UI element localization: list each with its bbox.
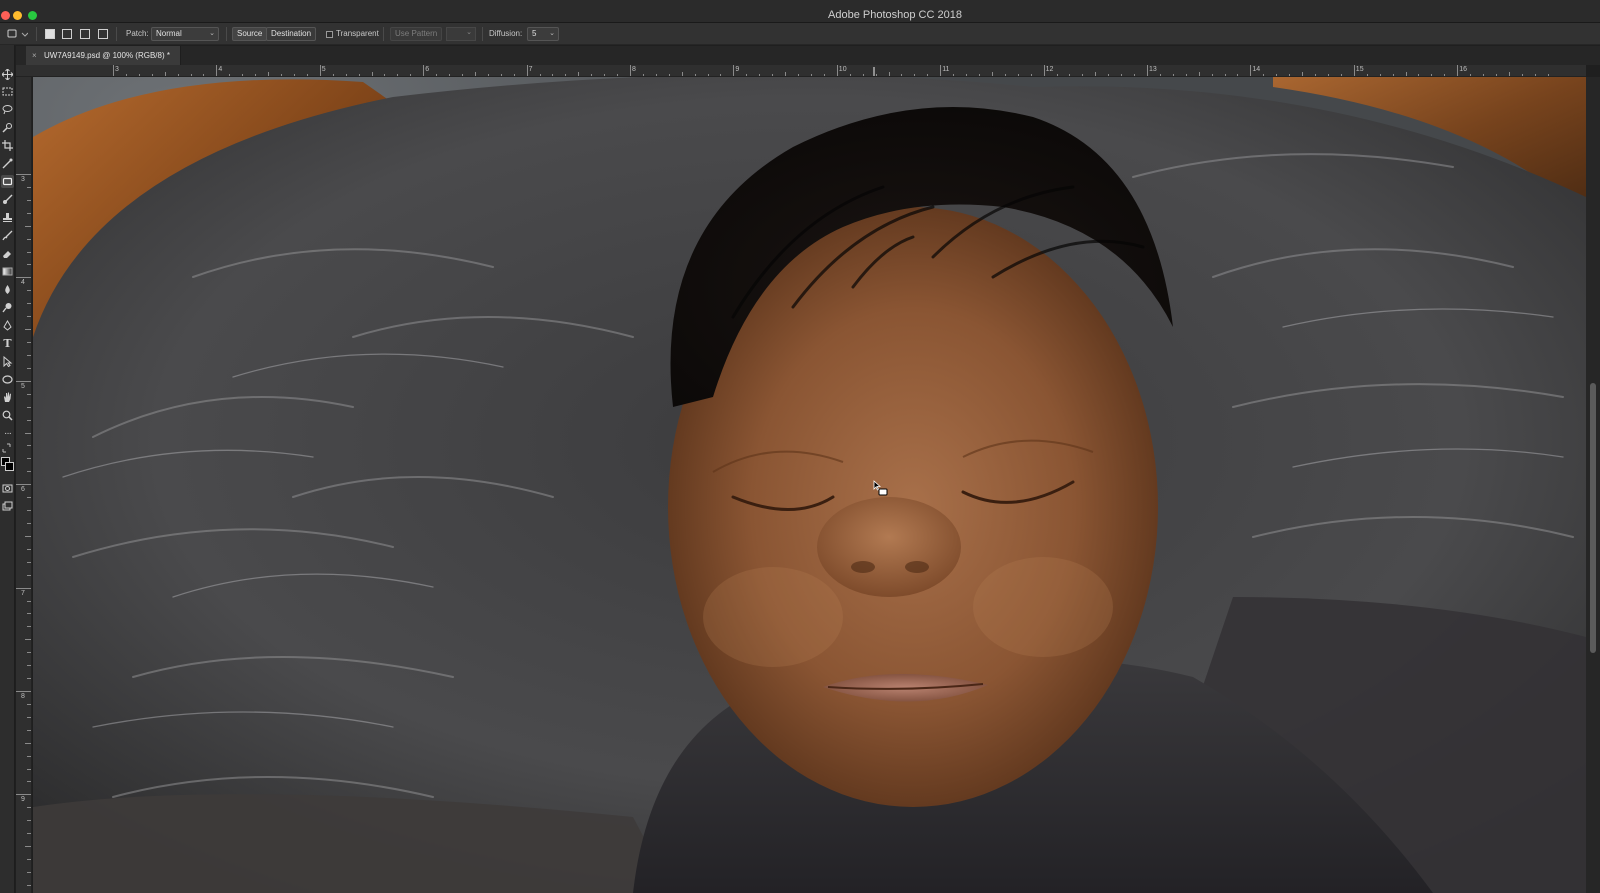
patch-mode-value: Normal [156,29,182,38]
ruler-label: 8 [21,693,25,700]
ruler-label: 6 [425,66,430,73]
type-icon[interactable]: T [1,337,14,350]
tool-preset-picker[interactable] [6,27,29,41]
move-icon[interactable] [1,68,14,81]
separator [226,27,227,41]
ruler-label: 10 [838,66,847,73]
ruler-label: 7 [21,589,25,597]
ruler-label: 12 [1045,66,1054,73]
photo-newborn-on-fur [33,77,1586,893]
ruler-label: 3 [21,176,25,183]
title-bar: Adobe Photoshop CC 2018 [0,0,1600,23]
patch-tool-preset-icon [7,29,29,38]
document-canvas[interactable] [33,77,1586,893]
hand-icon[interactable] [1,391,14,404]
vertical-ruler: 3 4 5 6 7 8 9 [16,77,32,893]
add-selection-icon[interactable] [62,29,72,39]
color-swatches[interactable] [1,455,14,475]
ruler-label: 7 [528,66,533,73]
gradient-icon[interactable] [1,265,14,278]
more-tools-icon[interactable]: ··· [1,427,14,440]
use-pattern-button[interactable]: Use Pattern [390,27,443,41]
close-icon[interactable]: × [32,46,37,65]
diffusion-select[interactable]: 5 ⌄ [527,27,559,41]
vertical-scrollbar[interactable] [1586,77,1600,893]
blur-icon[interactable] [1,283,14,296]
pattern-picker[interactable]: ⌄ [446,27,476,41]
ruler-ticks [113,65,1549,76]
ruler-label: 9 [735,66,740,73]
zoom-icon[interactable] [1,409,14,422]
ruler-label: 11 [942,66,950,73]
chevron-down-icon: ⌄ [209,30,215,37]
options-bar: Patch: Normal ⌄ Source Destination Trans… [0,23,1600,45]
ruler-label: 4 [218,66,223,73]
background-color-swatch[interactable] [5,462,14,471]
separator [116,27,117,41]
crop-icon[interactable] [1,139,14,152]
patch-mode-select[interactable]: Normal ⌄ [151,27,219,41]
patch-label: Patch: [126,29,149,38]
document-tab-label: UW7A9149.psd @ 100% (RGB/8) * [44,51,170,60]
patch-tool-icon[interactable] [1,175,14,188]
quick-mask-icon[interactable] [1,482,14,495]
ruler-label: 8 [632,66,636,73]
transparent-checkbox[interactable] [326,31,333,38]
ruler-label: 5 [21,382,25,390]
ruler-label: 15 [1355,66,1364,73]
dodge-icon[interactable] [1,301,14,314]
separator [383,27,384,41]
ruler-label: 9 [21,796,25,804]
history-brush-icon[interactable] [1,229,14,242]
ruler-label: 16 [1459,66,1467,73]
document-tab[interactable]: × UW7A9149.psd @ 100% (RGB/8) * [26,46,181,65]
chevron-down-icon: ⌄ [466,29,472,36]
app-title: Adobe Photoshop CC 2018 [828,9,962,21]
ruler-label: 13 [1149,66,1157,73]
intersect-selection-icon[interactable] [98,29,108,39]
quick-select-icon[interactable] [1,121,14,134]
marquee-icon[interactable] [1,85,14,98]
ruler-label: 3 [115,66,119,73]
brush-icon[interactable] [1,193,14,206]
ruler-ticks [16,174,31,886]
separator [482,27,483,41]
ruler-label: 14 [1252,66,1261,73]
lasso-icon[interactable] [1,103,14,116]
source-button[interactable]: Source [232,27,268,41]
diffusion-label: Diffusion: [489,29,523,38]
screen-mode-icon[interactable] [1,500,14,513]
clone-stamp-icon[interactable] [1,211,14,224]
document-tab-bar: × UW7A9149.psd @ 100% (RGB/8) * [16,46,1600,65]
new-selection-icon[interactable] [45,29,55,39]
eraser-icon[interactable] [1,247,14,260]
eyedropper-icon[interactable] [1,157,14,170]
transparent-label: Transparent [336,29,379,38]
subtract-selection-icon[interactable] [80,29,90,39]
tools-panel: T ··· [0,45,15,893]
ruler-label: 5 [321,66,326,73]
diffusion-value: 5 [532,29,537,38]
path-select-icon[interactable] [1,355,14,368]
patch-cursor-icon [873,480,889,503]
scrollbar-thumb[interactable] [1590,383,1596,653]
ruler-label: 6 [21,486,25,494]
separator [36,27,37,41]
ellipse-icon[interactable] [1,373,14,386]
horizontal-ruler: 3 4 5 6 7 8 9 10 11 12 13 14 15 16 [16,65,1586,77]
swap-colors-icon[interactable] [1,443,14,453]
ruler-label: 4 [21,279,25,287]
destination-button[interactable]: Destination [266,27,317,41]
chevron-down-icon: ⌄ [549,30,555,37]
pen-icon[interactable] [1,319,14,332]
